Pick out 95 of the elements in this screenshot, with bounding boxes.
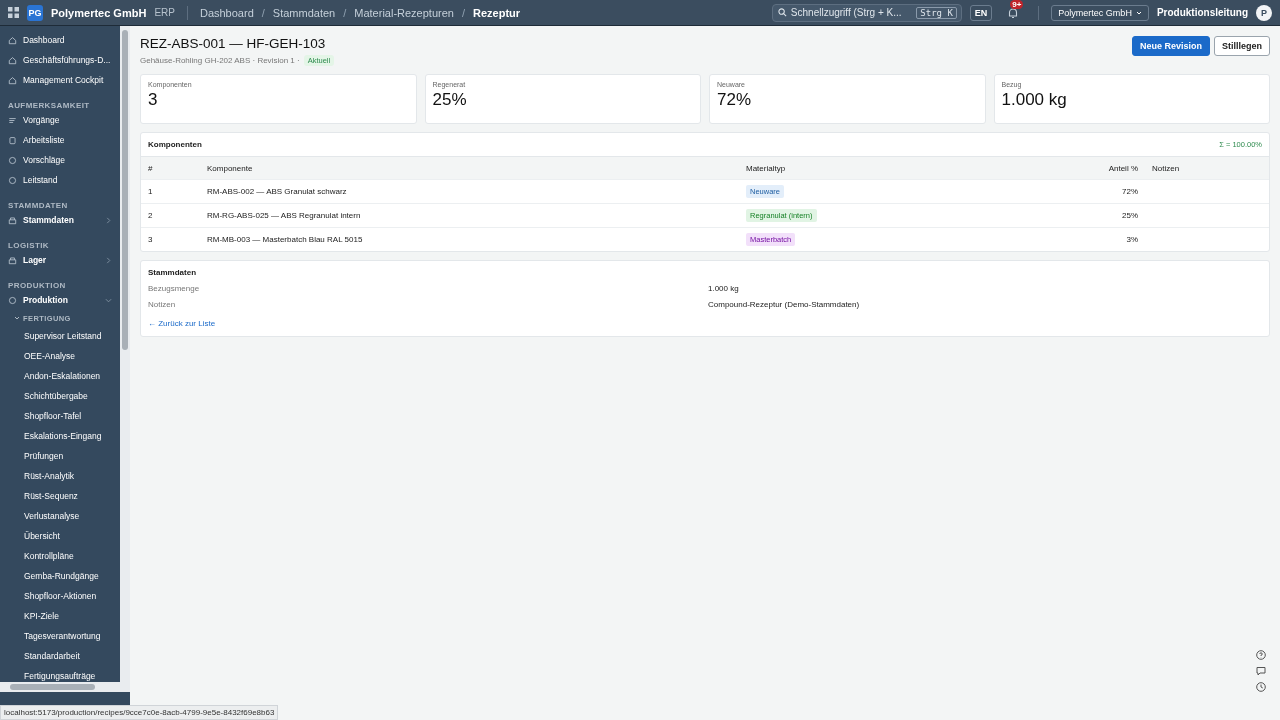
breadcrumb[interactable]: Stammdaten [272, 6, 336, 19]
sidebar-item[interactable]: Eskalations-Eingang [0, 426, 120, 446]
card-title: Stammdaten [148, 268, 196, 277]
table-cell: 25% [1051, 203, 1145, 228]
column-header: Komponente [200, 156, 739, 180]
sidebar-item[interactable]: Standardarbeit [0, 646, 120, 666]
sidebar-item[interactable]: Supervisor Leitstand [0, 326, 120, 346]
sidebar-item[interactable]: Kontrollpläne [0, 546, 120, 566]
sidebar-item[interactable]: Übersicht [0, 526, 120, 546]
sidebar-item[interactable]: Schichtübergabe [0, 386, 120, 406]
stat-value: 25% [432, 90, 468, 110]
sidebar-item[interactable]: Shopfloor-Tafel [0, 406, 120, 426]
language-button[interactable]: EN [969, 4, 993, 21]
breadcrumb: Rezeptur [473, 6, 521, 19]
sidebar-section-title: STAMMDATEN [7, 200, 69, 210]
box-icon [8, 255, 17, 265]
chevron-icon [1135, 9, 1142, 16]
field-value: 1.000 kg [708, 284, 740, 293]
sidebar-item[interactable]: Prüfungen [0, 446, 120, 466]
new-revision-button[interactable]: Neue Revision [1131, 36, 1210, 56]
chevron-icon [105, 296, 112, 304]
avatar[interactable]: P [1256, 4, 1272, 21]
scrollbar[interactable] [0, 682, 130, 692]
table-cell: RM-MB-003 — Masterbatch Blau RAL 5015 [200, 227, 739, 251]
sidebar-item[interactable]: OEE-Analyse [0, 346, 120, 366]
chevron-icon [105, 216, 112, 224]
chat-icon[interactable] [1256, 666, 1266, 676]
circle-icon [8, 295, 17, 305]
sidebar-item[interactable]: KPI-Ziele [0, 606, 120, 626]
table-cell: RM-ABS-002 — ABS Granulat schwarz [200, 179, 739, 204]
sidebar-item[interactable]: Vorgänge [0, 110, 120, 130]
user-role: Produktionsleitung [1156, 7, 1248, 18]
logo: PG [27, 4, 43, 21]
sidebar-item[interactable]: Tagesverantwortung [0, 626, 120, 646]
sidebar-item[interactable]: Rüst-Sequenz [0, 486, 120, 506]
sidebar-section-title: LOGISTIK [7, 240, 50, 250]
column-header: Notizen [1145, 156, 1269, 180]
card-title: Komponenten [148, 140, 202, 149]
sidebar-item[interactable]: Verlustanalyse [0, 506, 120, 526]
sidebar-item[interactable]: Geschäftsführungs-D... [0, 50, 120, 70]
help-icon[interactable] [1256, 650, 1266, 660]
sidebar-item[interactable]: Lager [0, 250, 120, 270]
retire-button[interactable]: Stilllegen [1214, 36, 1270, 56]
field-label: Bezugsmenge [148, 284, 201, 293]
sidebar-section-title: AUFMERKSAMKEIT [7, 100, 91, 110]
notification-badge: 9+ [1010, 0, 1024, 9]
sidebar-item[interactable]: Leitstand [0, 170, 120, 190]
tenant-dropdown[interactable]: Polymertec GmbH [1051, 4, 1149, 21]
chevron-icon [14, 315, 20, 321]
table-cell: 1 [141, 179, 200, 204]
sidebar-section-title: PRODUKTION [7, 280, 67, 290]
breadcrumb[interactable]: Material-Rezepturen [354, 6, 454, 19]
table-cell: 3 [141, 227, 200, 251]
column-header: Materialtyp [739, 156, 1051, 180]
sidebar-item[interactable]: Stammdaten [0, 210, 120, 230]
clock-icon[interactable] [1256, 682, 1266, 692]
table-cell: 2 [141, 203, 200, 228]
column-header: Anteil % [1051, 156, 1145, 180]
sidebar-item[interactable]: Arbeitsliste [0, 130, 120, 150]
list-icon [8, 115, 17, 125]
circle-icon [8, 155, 17, 165]
sidebar-item[interactable]: Andon-Eskalationen [0, 366, 120, 386]
sidebar-item[interactable]: Management Cockpit [0, 70, 120, 90]
page-subtitle: Gehäuse-Rohling GH-202 ABS · Revision 1 · [140, 56, 300, 65]
table-cell: 3% [1051, 227, 1145, 251]
scrollbar[interactable] [120, 26, 130, 682]
sidebar-item[interactable]: Gemba-Rundgänge [0, 566, 120, 586]
sidebar-item[interactable]: Vorschläge [0, 150, 120, 170]
circle-icon [8, 175, 17, 185]
box-icon [8, 215, 17, 225]
breadcrumb-separator: / [343, 6, 347, 19]
clipboard-icon [8, 135, 17, 145]
status-url: localhost:5173/production/recipes/9cce7c0e-8acb-4799-9e5e-8432f69e8b63 [0, 705, 279, 720]
field-label: Notizen [148, 300, 177, 309]
company-name: Polymertec GmbH [51, 6, 147, 19]
page-title: REZ-ABS-001 — HF-GEH-103 [140, 36, 327, 51]
sidebar-item[interactable]: Produktion [0, 290, 120, 310]
breadcrumb[interactable]: Dashboard [199, 6, 254, 19]
back-link[interactable]: ← Zurück zur Liste [148, 319, 216, 328]
app-suffix: ERP [154, 7, 175, 18]
sidebar-item[interactable]: Rüst-Analytik [0, 466, 120, 486]
chevron-icon [105, 256, 112, 264]
table-cell: RM-RG-ABS-025 — ABS Regranulat intern [200, 203, 739, 228]
table-cell: 72% [1051, 179, 1145, 204]
apps-icon[interactable] [8, 7, 19, 18]
sidebar-item[interactable]: Shopfloor-Aktionen [0, 586, 120, 606]
stat-value: 1.000 kg [1001, 90, 1068, 110]
column-header: # [141, 156, 200, 180]
stat-value: 72% [717, 90, 753, 110]
sidebar-item[interactable]: Dashboard [0, 30, 120, 50]
sidebar-item[interactable]: Fertigungsaufträge [0, 666, 120, 682]
field-value: Compound-Rezeptur (Demo-Stammdaten) [708, 300, 861, 309]
stat-value: 3 [148, 90, 159, 110]
breadcrumb-separator: / [461, 6, 465, 19]
breadcrumb-separator: / [261, 6, 265, 19]
